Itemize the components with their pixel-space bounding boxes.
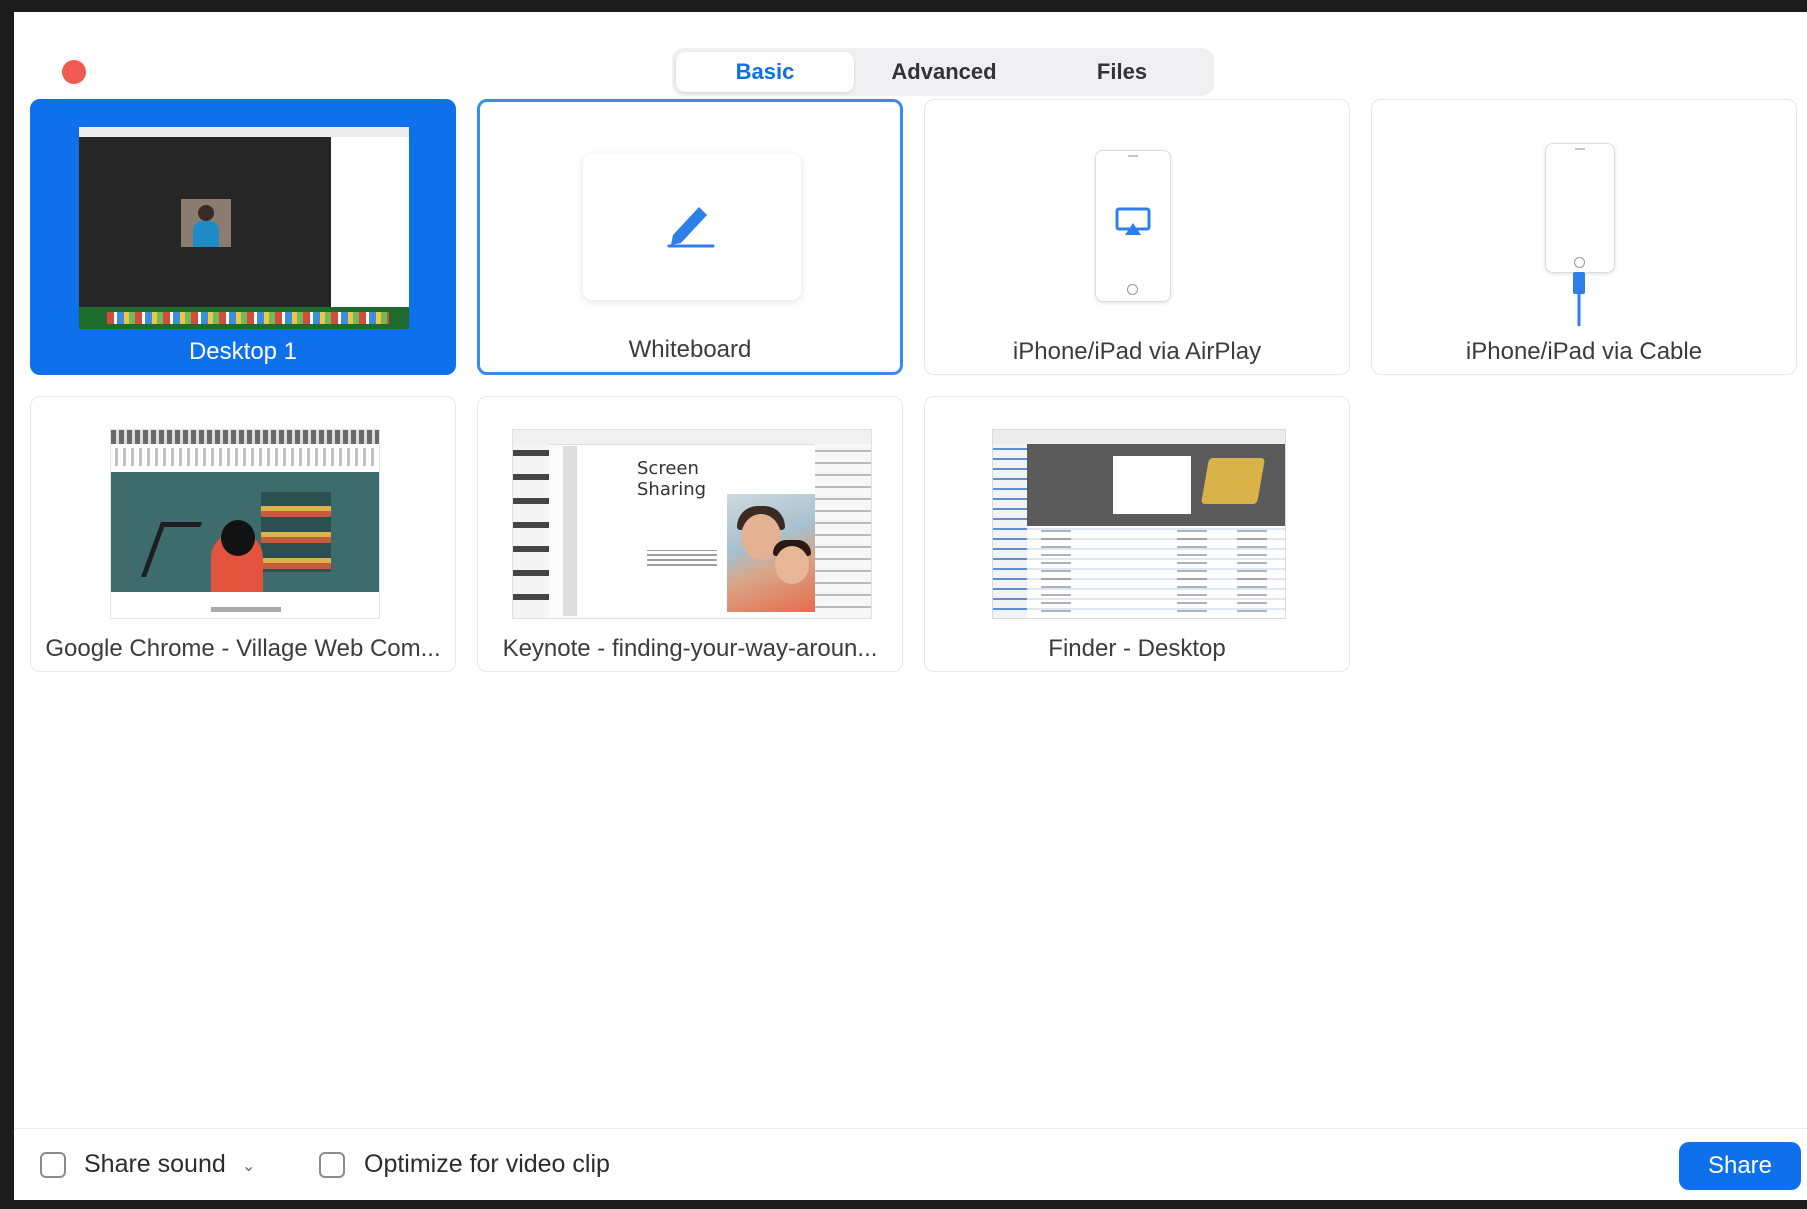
window-frame-bottom [0,1200,1807,1209]
share-option-label: Finder - Desktop [1048,635,1226,662]
airplay-phone-icon [1095,150,1171,302]
share-option-label: Whiteboard [628,336,752,363]
share-option-finder-window[interactable]: Finder - Desktop [924,396,1350,672]
share-option-label: iPhone/iPad via AirPlay [1012,338,1262,365]
share-button[interactable]: Share [1679,1142,1801,1190]
tab-advanced[interactable]: Advanced [854,52,1034,92]
share-screen-dialog: Basic Advanced Files Desktop 1 Whiteboar… [14,12,1807,1200]
cable-icon [1573,272,1585,326]
share-option-desktop-1[interactable]: Desktop 1 [30,99,456,375]
share-sound-checkbox[interactable] [40,1152,66,1178]
cable-phone-icon [1545,143,1615,273]
desktop-thumbnail [79,127,409,329]
share-option-keynote-window[interactable]: Screen Sharing Keynote - finding-your-wa… [477,396,903,672]
keynote-window-thumbnail: Screen Sharing [512,429,872,619]
whiteboard-tile [583,154,801,300]
optimize-video-label: Optimize for video clip [364,1150,610,1178]
optimize-video-checkbox[interactable] [319,1152,345,1178]
pencil-icon [667,207,715,248]
finder-window-thumbnail [992,429,1286,619]
slide-photo [727,494,821,612]
share-option-label: iPhone/iPad via Cable [1465,338,1703,365]
close-window-button[interactable] [62,60,86,84]
share-option-chrome-window[interactable]: Google Chrome - Village Web Com... [30,396,456,672]
tab-bar: Basic Advanced Files [672,48,1214,96]
chrome-window-thumbnail [110,429,380,619]
share-option-label: Google Chrome - Village Web Com... [45,635,441,662]
share-sound-label: Share sound [84,1150,226,1178]
share-option-label: Keynote - finding-your-way-aroun... [502,635,878,662]
share-sound-dropdown-chevron-icon[interactable]: ⌄ [242,1156,255,1176]
share-option-whiteboard[interactable]: Whiteboard [477,99,903,375]
share-option-label: Desktop 1 [188,338,298,365]
airplay-icon [1115,207,1151,235]
bottom-bar-divider [14,1128,1807,1129]
window-frame-top [0,0,1807,12]
share-option-airplay[interactable]: iPhone/iPad via AirPlay [924,99,1350,375]
tab-files[interactable]: Files [1034,52,1210,92]
tab-basic[interactable]: Basic [676,52,854,92]
share-option-cable[interactable]: iPhone/iPad via Cable [1371,99,1797,375]
window-frame-left [0,0,14,1209]
